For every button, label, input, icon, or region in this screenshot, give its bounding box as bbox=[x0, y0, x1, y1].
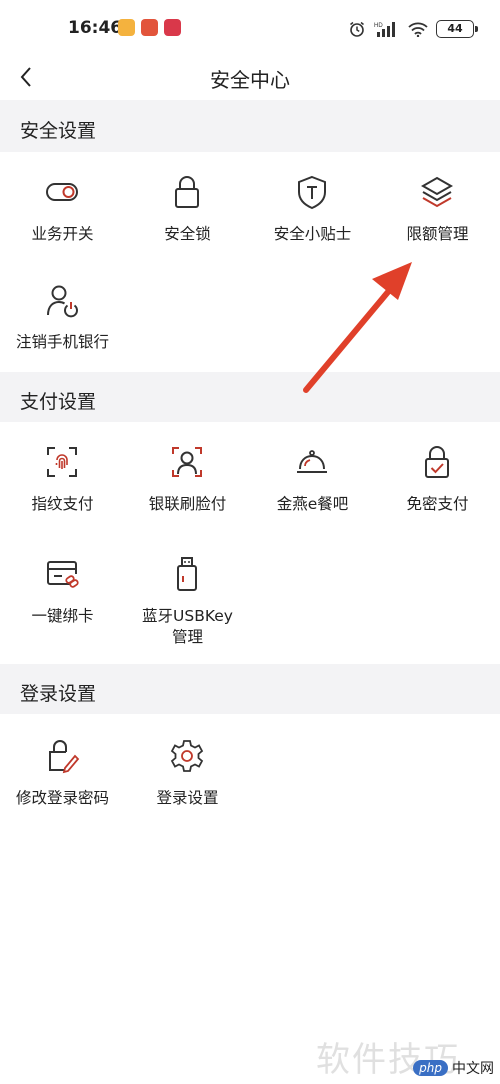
item-unionpay-face[interactable]: 银联刷脸付 bbox=[125, 444, 250, 544]
item-label: 注销手机银行 bbox=[15, 333, 109, 351]
dish-cover-icon bbox=[297, 450, 327, 473]
face-scan-icon bbox=[172, 447, 202, 477]
wifi-icon bbox=[408, 22, 428, 37]
item-one-click-bind-card[interactable]: 一键绑卡 bbox=[0, 556, 125, 656]
item-security-lock[interactable]: 安全锁 bbox=[125, 174, 250, 274]
notification-app-icon bbox=[164, 19, 181, 36]
layers-icon bbox=[420, 176, 454, 208]
item-fingerprint-pay[interactable]: 指纹支付 bbox=[0, 444, 125, 544]
item-label: 银联刷脸付 bbox=[148, 495, 227, 513]
usb-key-icon bbox=[177, 557, 197, 591]
item-label: 一键绑卡 bbox=[31, 607, 94, 625]
section-title: 登录设置 bbox=[20, 683, 97, 705]
section-title: 安全设置 bbox=[20, 120, 97, 142]
edit-lock-icon bbox=[49, 740, 80, 774]
status-bar: 16:46 HD 44 bbox=[0, 0, 500, 56]
status-indicators: HD 44 bbox=[348, 18, 478, 40]
item-limit-management[interactable]: 限额管理 bbox=[375, 174, 500, 274]
item-jinyan-dining[interactable]: 金燕e餐吧 bbox=[250, 444, 375, 544]
network-label: HD bbox=[374, 23, 383, 29]
section-header-login: 登录设置 bbox=[0, 664, 500, 714]
toggle-icon bbox=[46, 183, 78, 201]
item-label: 修改登录密码 bbox=[15, 789, 109, 807]
item-business-switch[interactable]: 业务开关 bbox=[0, 174, 125, 274]
item-label: 蓝牙USBKey管理 bbox=[142, 607, 233, 646]
battery-icon: 44 bbox=[436, 20, 478, 38]
user-power-icon bbox=[47, 285, 78, 318]
watermark-site: 中文网 bbox=[452, 1061, 494, 1077]
item-label: 金燕e餐吧 bbox=[276, 495, 349, 513]
item-login-settings[interactable]: 登录设置 bbox=[125, 738, 250, 838]
notification-app-icon bbox=[118, 19, 135, 36]
item-label: 免密支付 bbox=[406, 495, 469, 513]
section-header-payment: 支付设置 bbox=[0, 372, 500, 422]
signal-icon: HD bbox=[374, 22, 395, 37]
lock-check-icon bbox=[425, 446, 449, 478]
lock-icon bbox=[175, 176, 199, 208]
section-header-security: 安全设置 bbox=[0, 100, 500, 152]
item-label: 限额管理 bbox=[406, 225, 469, 243]
php-logo: php bbox=[413, 1060, 448, 1076]
item-label: 业务开关 bbox=[31, 225, 94, 243]
item-label: 安全锁 bbox=[164, 225, 211, 243]
item-bluetooth-usbkey[interactable]: 蓝牙USBKey管理 bbox=[125, 556, 250, 646]
notification-app-icon bbox=[141, 19, 158, 36]
item-security-tips[interactable]: 安全小贴士 bbox=[250, 174, 375, 274]
card-link-icon bbox=[47, 561, 79, 588]
item-label: 安全小贴士 bbox=[273, 225, 352, 243]
item-label: 登录设置 bbox=[156, 789, 219, 807]
status-time: 16:46 bbox=[68, 18, 123, 38]
fingerprint-icon bbox=[47, 447, 77, 477]
item-label: 指纹支付 bbox=[31, 495, 94, 513]
item-cancel-mobile-banking[interactable]: 注销手机银行 bbox=[0, 282, 125, 382]
shield-icon bbox=[298, 175, 326, 210]
page-title: 安全中心 bbox=[210, 68, 290, 92]
item-change-login-password[interactable]: 修改登录密码 bbox=[0, 738, 125, 838]
watermark-logo: php 中文网 bbox=[413, 1058, 494, 1078]
gear-icon bbox=[170, 740, 204, 772]
item-password-free-pay[interactable]: 免密支付 bbox=[375, 444, 500, 544]
section-title: 支付设置 bbox=[20, 391, 97, 413]
nav-bar: 安全中心 bbox=[0, 56, 500, 100]
alarm-icon bbox=[350, 21, 364, 37]
